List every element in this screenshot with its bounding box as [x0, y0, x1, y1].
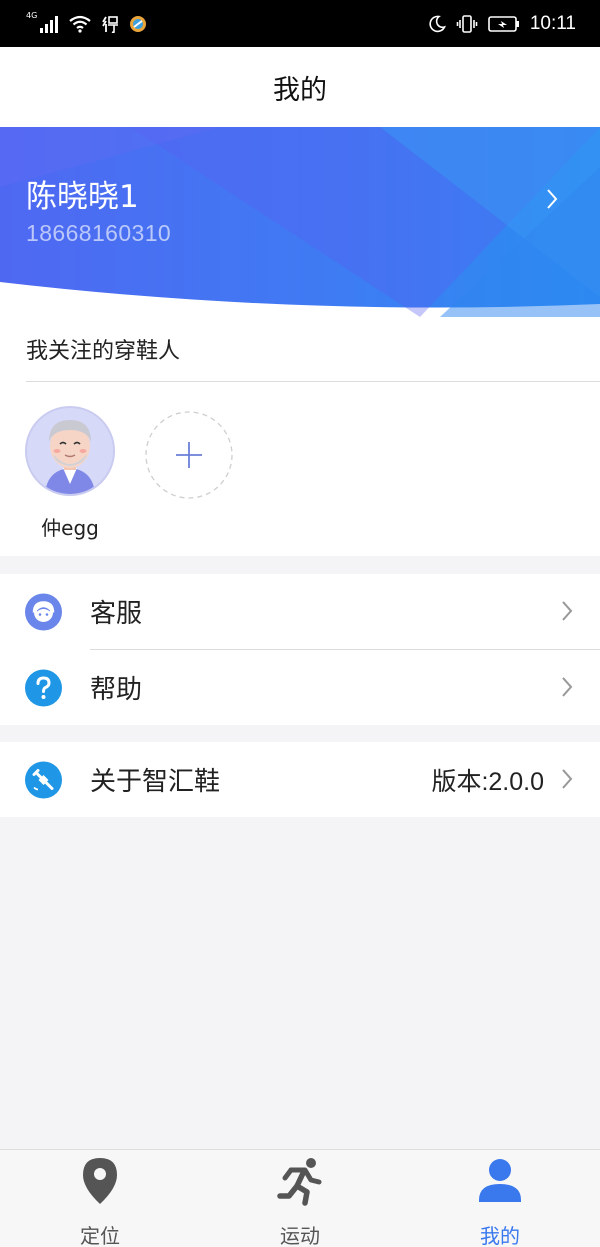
tab-label: 运动	[280, 1224, 320, 1247]
followed-wearers-section: 我关注的穿鞋人 仲egg	[0, 317, 600, 556]
version-text: 版本:2.0.0	[431, 767, 544, 796]
tab-sport[interactable]: 运动	[200, 1150, 400, 1247]
tab-location[interactable]: 定位	[0, 1150, 200, 1247]
status-left: 4G	[26, 11, 147, 33]
wearer-name: 仲egg	[41, 516, 99, 540]
menu-group-support: 客服 帮助	[0, 574, 600, 725]
menu-item-help[interactable]: 帮助	[0, 650, 600, 725]
title-bar: 我的	[0, 47, 600, 127]
page-title: 我的	[273, 74, 327, 106]
signal-icon	[40, 15, 59, 33]
tab-label: 我的	[480, 1224, 520, 1247]
moon-icon	[429, 15, 446, 32]
menu-item-customer-service[interactable]: 客服	[0, 574, 600, 649]
browser-icon	[130, 15, 147, 32]
status-bar: 4G 10:11	[0, 0, 600, 47]
location-pin-icon	[83, 1158, 117, 1204]
add-wearer-button[interactable]	[144, 410, 234, 500]
menu-label: 客服	[90, 599, 143, 629]
chevron-right-icon	[562, 768, 573, 789]
chevron-right-icon	[562, 600, 573, 621]
menu-group-about: 关于智汇鞋 版本:2.0.0	[0, 742, 600, 817]
elderly-man-avatar-icon	[27, 408, 113, 494]
profile-banner[interactable]: 陈晓晓1 18668160310	[0, 127, 600, 317]
battery-icon	[488, 15, 519, 32]
section-title: 我关注的穿鞋人	[26, 339, 181, 364]
chevron-right-icon[interactable]	[545, 187, 559, 211]
vibrate-icon	[456, 14, 478, 33]
running-icon	[277, 1158, 322, 1206]
screen: 4G 10:11 我的 陈晓晓1 18668160310 我关注的穿鞋人 仲eg…	[0, 0, 600, 1247]
status-right: 10:11	[428, 13, 576, 35]
headset-icon	[25, 593, 62, 630]
chevron-right-icon	[562, 676, 573, 697]
divider	[26, 381, 600, 382]
tab-label: 定位	[80, 1224, 120, 1247]
plus-icon	[176, 442, 202, 468]
wearer-avatar[interactable]	[25, 406, 115, 496]
profile-phone: 18668160310	[26, 220, 172, 246]
network-type: 4G	[26, 11, 38, 20]
menu-label: 关于智汇鞋	[90, 767, 221, 797]
tab-mine[interactable]: 我的	[400, 1150, 600, 1247]
bottom-tab-bar: 定位 运动 我的	[0, 1149, 600, 1247]
clock: 10:11	[529, 12, 576, 34]
question-icon	[25, 669, 62, 706]
user-icon	[479, 1159, 521, 1202]
wifi-icon	[69, 15, 91, 33]
app-notification-icon	[102, 15, 119, 33]
menu-label: 帮助	[90, 675, 143, 705]
satellite-icon	[25, 761, 62, 798]
profile-name: 陈晓晓1	[26, 179, 139, 215]
menu-item-about[interactable]: 关于智汇鞋 版本:2.0.0	[0, 742, 600, 817]
